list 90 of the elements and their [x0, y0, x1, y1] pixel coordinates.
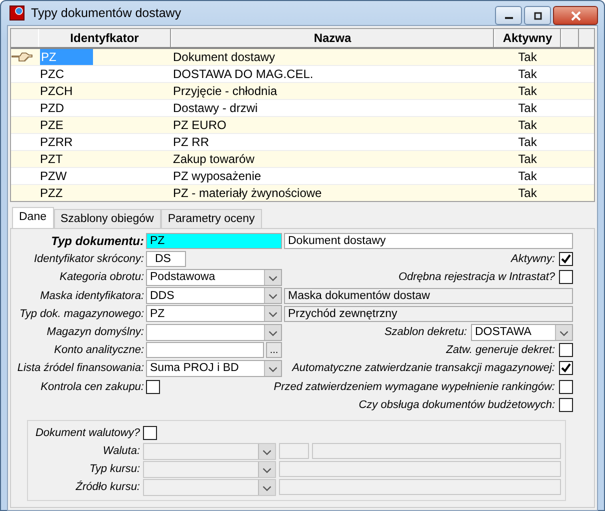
app-icon: [9, 5, 25, 21]
field-label: Szablon dekretu:: [384, 326, 467, 338]
chevron-down-icon: [258, 480, 275, 495]
checkbox[interactable]: [146, 380, 160, 394]
pointing-hand-icon: [11, 51, 33, 63]
dropdown[interactable]: Podstawowa: [146, 268, 282, 286]
chevron-down-icon: [264, 306, 281, 322]
checkbox[interactable]: [559, 361, 573, 376]
window-title: Typy dokumentów dostawy: [31, 6, 182, 20]
table-cell: PZ wyposażenie: [173, 169, 262, 183]
field-label: Identyfikator skrócony:: [32, 253, 144, 266]
checkbox[interactable]: [143, 426, 157, 440]
field-label: Magazyn domyślny:: [46, 326, 144, 338]
checkbox-label: Zatw. generuje dekret:: [446, 344, 555, 356]
table-cell: PZZ: [40, 186, 63, 200]
table-cell: PZRR: [40, 135, 73, 149]
column-header[interactable]: Nazwa: [171, 29, 494, 47]
field-label: Waluta:: [102, 445, 140, 458]
table-cell: Tak: [518, 84, 537, 98]
table-cell: Tak: [518, 186, 537, 200]
text-field[interactable]: [146, 342, 264, 358]
text-field[interactable]: PZ: [146, 233, 282, 250]
table-cell: Tak: [518, 67, 537, 81]
checkbox-label: Aktywny:: [510, 253, 555, 266]
checkbox-label: Odrębna rejestracja w Intrastat?: [398, 271, 555, 284]
chevron-down-icon: [258, 462, 275, 477]
checkbox[interactable]: [559, 270, 573, 284]
chevron-down-icon: [264, 360, 281, 376]
chevron-down-icon: [264, 324, 281, 340]
table-cell: Tak: [518, 135, 537, 149]
table-cell: PZ EURO: [173, 118, 226, 132]
table-cell: PZCH: [40, 84, 73, 98]
field-label: Źródło kursu:: [74, 481, 140, 494]
checkbox-label: Automatyczne zatwierdzanie transakcji magazynowej:: [292, 362, 555, 374]
field-label: Typ dokumentu:: [50, 234, 144, 248]
dropdown[interactable]: PZ: [146, 305, 282, 322]
field-label: Typ dok. magazynowego:: [18, 308, 144, 320]
chevron-down-icon: [555, 324, 572, 340]
table-cell: Tak: [518, 50, 537, 64]
table-cell: PZ - materiały żwynościowe: [173, 186, 322, 200]
tab[interactable]: Dane: [12, 207, 54, 228]
browse-button[interactable]: ...: [266, 342, 282, 358]
checkbox-label: Dokument walutowy?: [34, 427, 140, 440]
table-cell: Przyjęcie - chłodnia: [173, 84, 278, 98]
checkbox-label: Przed zatwierdzeniem wymagane wypełnienie rankingów:: [274, 380, 555, 393]
table-cell: PZT: [40, 152, 63, 166]
field-label: Kontrola cen zakupu:: [40, 380, 144, 393]
checkbox-label: Czy obsługa dokumentów budżetowych:: [358, 398, 555, 411]
table-cell: DOSTAWA DO MAG.CEL.: [173, 67, 314, 81]
table-cell: PZD: [40, 101, 64, 115]
field-label: Maska identyfikatora:: [39, 290, 144, 302]
minimize-button[interactable]: [495, 6, 522, 25]
table-cell: Dostawy - drzwi: [173, 101, 258, 115]
table-cell: PZ: [40, 49, 93, 65]
table-cell: Tak: [518, 152, 537, 166]
table-cell: Tak: [518, 118, 537, 132]
table-cell: Tak: [518, 101, 537, 115]
checkbox[interactable]: [559, 252, 573, 266]
column-header[interactable]: Identyfkator: [38, 29, 171, 47]
description-field[interactable]: Dokument dostawy: [284, 233, 573, 250]
dropdown[interactable]: Suma PROJ i BD: [146, 360, 282, 377]
table-cell: Dokument dostawy: [173, 50, 276, 64]
checkbox[interactable]: [559, 343, 573, 358]
chevron-down-icon: [264, 288, 281, 304]
close-button[interactable]: [553, 6, 598, 25]
table-cell: Tak: [518, 169, 537, 183]
checkbox[interactable]: [559, 380, 573, 394]
table-cell: Zakup towarów: [173, 152, 254, 166]
tab[interactable]: Szablony obiegów: [54, 209, 161, 228]
table-cell: PZW: [40, 169, 67, 183]
table-cell: PZE: [40, 118, 64, 132]
close-icon: [570, 10, 582, 20]
text-field[interactable]: DS: [146, 251, 186, 268]
dropdown[interactable]: DDS: [146, 287, 282, 304]
column-header[interactable]: Aktywny: [494, 29, 561, 47]
table-cell: PZC: [40, 67, 64, 81]
tab[interactable]: Parametry oceny: [160, 209, 262, 228]
checkbox[interactable]: [559, 398, 573, 412]
field-label: Lista źródel finansowania:: [16, 362, 144, 374]
chevron-down-icon: [264, 270, 281, 285]
description-field[interactable]: Przychód zewnętrzny: [284, 306, 573, 322]
dropdown[interactable]: DOSTAWA: [471, 324, 573, 341]
maximize-icon: [532, 12, 544, 20]
description-field[interactable]: Maska dokumentów dostaw: [284, 288, 573, 304]
field-label: Typ kursu:: [88, 463, 140, 476]
table-cell: PZ RR: [173, 135, 209, 149]
chevron-down-icon: [258, 444, 275, 459]
maximize-button[interactable]: [524, 6, 551, 25]
field-label: Kategoria obrotu:: [58, 271, 144, 284]
field-label: Konto analityczne:: [53, 344, 144, 356]
